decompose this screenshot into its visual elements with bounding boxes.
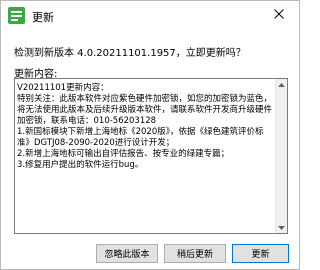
update-prompt-message: 检测到新版本 4.0.20211101.1957，立即更新吗？ [14, 48, 246, 59]
release-notes-textarea[interactable]: V20211101更新内容： 特别关注：此版本软件对应紫色硬件加密锁，如您的加密… [14, 78, 288, 234]
close-icon [274, 9, 284, 22]
scrollbar-track[interactable] [276, 90, 287, 222]
update-button[interactable]: 更新 [232, 244, 289, 263]
update-later-button[interactable]: 稍后更新 [164, 244, 226, 263]
title-bar[interactable]: 更新 [1, 1, 299, 31]
ignore-version-button[interactable]: 忽略此版本 [96, 244, 158, 263]
scroll-down-arrow-icon[interactable] [276, 222, 287, 233]
scroll-up-arrow-icon[interactable] [276, 79, 287, 90]
update-dialog: 更新 检测到新版本 4.0.20211101.1957，立即更新吗？ 更新内容:… [0, 0, 300, 270]
app-icon [8, 7, 25, 24]
window-title: 更新 [32, 11, 54, 24]
release-notes-line: V20211101更新内容： [17, 83, 109, 93]
release-notes-content: V20211101更新内容： 特别关注：此版本软件对应紫色硬件加密锁，如您的加密… [15, 79, 275, 233]
release-notes-line: 2.新增上海地标可输出自评估报告、按专业的绿建专篇； [17, 149, 230, 159]
release-notes-line: 3.修复用户提出的软件运行bug。 [17, 160, 144, 170]
close-button[interactable] [259, 1, 299, 30]
vertical-scrollbar[interactable] [275, 79, 287, 233]
release-notes-line: 特别关注：此版本软件对应紫色硬件加密锁，如您的加密锁为蓝色，将无法使用此版本及后… [17, 94, 273, 126]
release-notes-line: 1.新国标模块下新增上海地标《2020版》，依据《绿色建筑评价标准》DGTJ08… [17, 127, 264, 148]
